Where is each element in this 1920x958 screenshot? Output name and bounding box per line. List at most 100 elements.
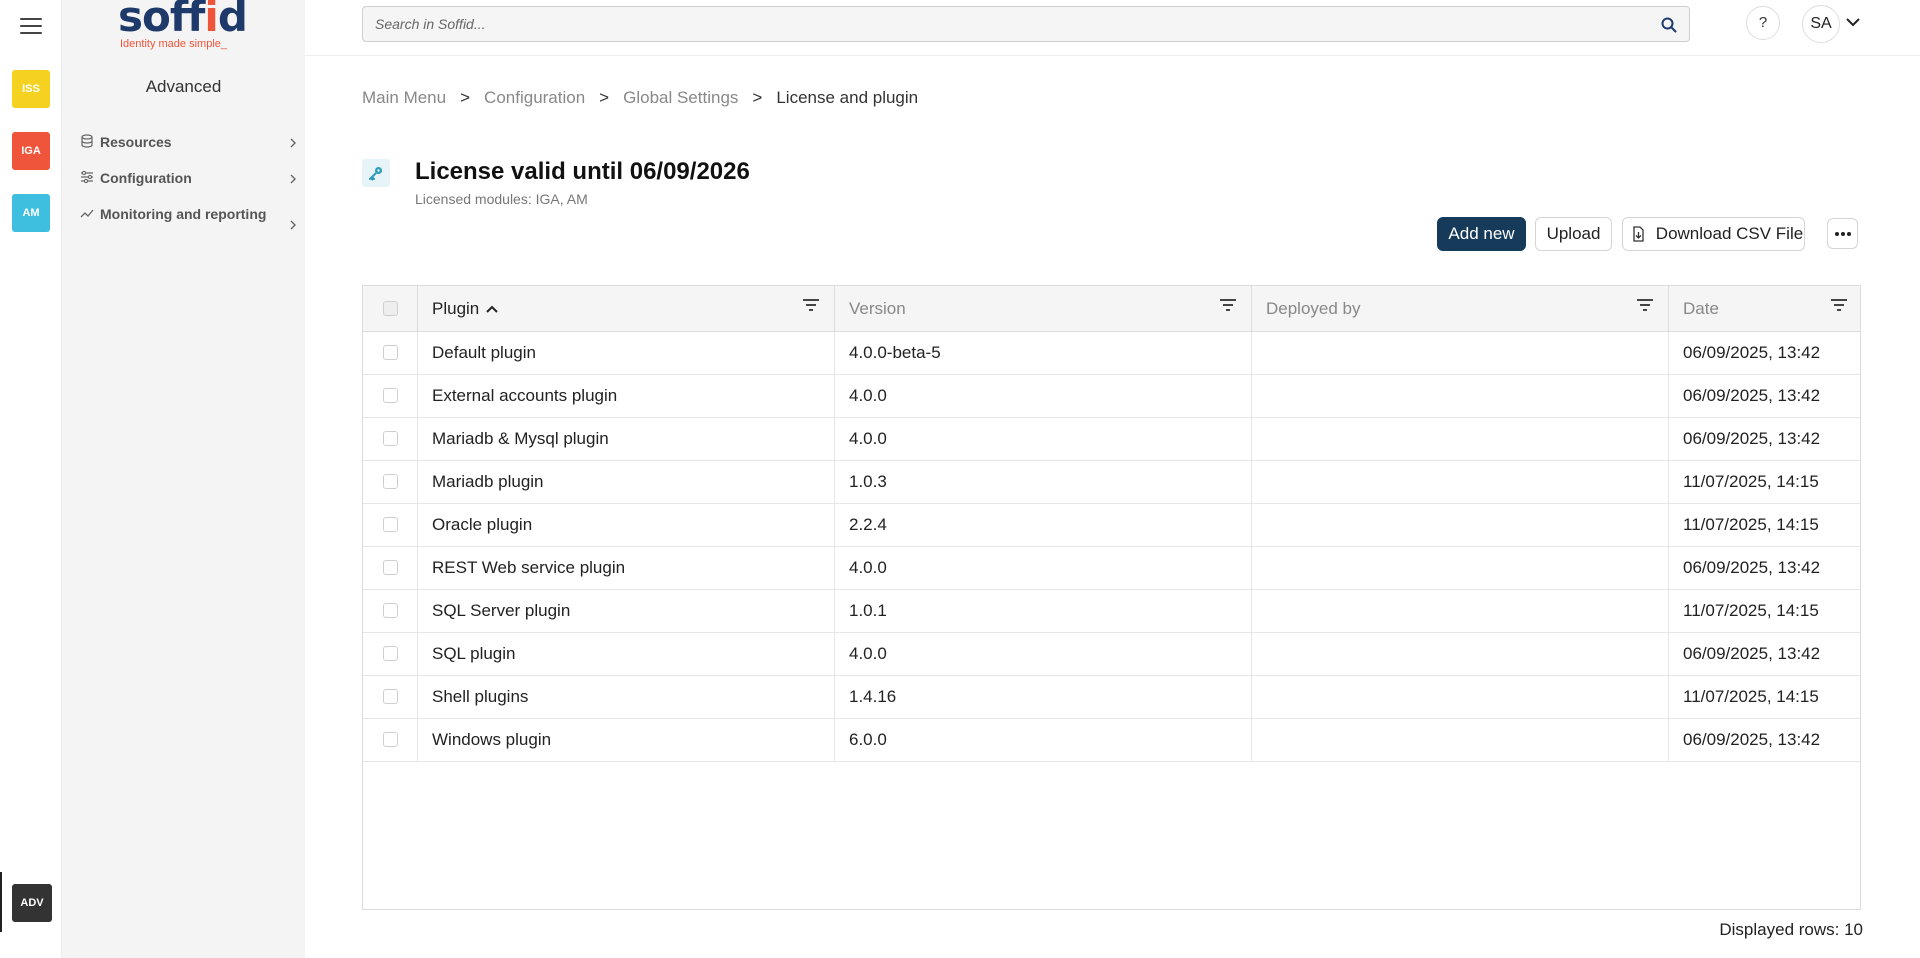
column-header-deployed-by[interactable]: Deployed by <box>1252 286 1669 331</box>
sidebar-item-resources[interactable]: Resources <box>80 132 298 153</box>
table-row[interactable]: SQL plugin 4.0.0 06/09/2025, 13:42 <box>363 633 1860 676</box>
row-checkbox-cell <box>363 504 418 546</box>
header-checkbox-cell <box>363 286 418 331</box>
app-rail: ISS IGA AM ADV <box>0 0 62 958</box>
soffid-logo[interactable]: soffid Identity made simple_ <box>118 0 258 54</box>
plugins-table: Plugin Version Deployed by Date Default … <box>362 285 1861 910</box>
breadcrumb-main-menu[interactable]: Main Menu <box>362 88 446 108</box>
row-checkbox[interactable] <box>382 603 398 618</box>
cell-plugin: Default plugin <box>418 332 835 374</box>
row-checkbox-cell <box>363 547 418 589</box>
cell-version: 6.0.0 <box>835 719 1252 761</box>
app-button-am[interactable]: AM <box>12 194 50 232</box>
select-all-checkbox[interactable] <box>382 301 398 316</box>
chart-line-icon <box>80 209 94 218</box>
cell-version: 4.0.0-beta-5 <box>835 332 1252 374</box>
more-actions-button[interactable] <box>1827 218 1858 249</box>
hamburger-menu-icon[interactable] <box>20 18 42 36</box>
app-button-iss[interactable]: ISS <box>12 70 50 108</box>
chevron-right-icon <box>290 138 296 148</box>
filter-icon[interactable] <box>802 298 820 312</box>
cell-plugin: External accounts plugin <box>418 375 835 417</box>
row-checkbox[interactable] <box>382 388 398 403</box>
add-new-button[interactable]: Add new <box>1437 217 1526 251</box>
filter-icon[interactable] <box>1830 298 1848 312</box>
column-header-label: Plugin <box>432 298 480 318</box>
cell-version: 1.4.16 <box>835 676 1252 718</box>
filter-icon[interactable] <box>1636 298 1654 312</box>
cell-plugin: Windows plugin <box>418 719 835 761</box>
top-bar: ? SA <box>305 0 1920 56</box>
cell-deployed-by <box>1252 633 1669 675</box>
app-button-adv[interactable]: ADV <box>12 884 52 922</box>
download-csv-button[interactable]: Download CSV File <box>1622 217 1805 251</box>
row-checkbox[interactable] <box>382 560 398 575</box>
cell-date: 11/07/2025, 14:15 <box>1683 687 1819 706</box>
active-app-indicator: ADV <box>0 872 62 932</box>
row-checkbox-cell <box>363 461 418 503</box>
cell-plugin: SQL plugin <box>418 633 835 675</box>
search-icon[interactable] <box>1661 17 1677 33</box>
row-checkbox[interactable] <box>382 646 398 661</box>
cell-date: 06/09/2025, 13:42 <box>1683 558 1821 577</box>
row-checkbox-cell <box>363 418 418 460</box>
cell-version: 1.0.1 <box>835 590 1252 632</box>
column-header-version[interactable]: Version <box>835 286 1252 331</box>
row-checkbox[interactable] <box>382 474 398 489</box>
user-avatar[interactable]: SA <box>1802 5 1840 43</box>
cell-version: 4.0.0 <box>835 547 1252 589</box>
help-button[interactable]: ? <box>1746 6 1780 40</box>
sidebar-item-monitoring[interactable]: Monitoring and reporting <box>80 204 298 230</box>
cell-date: 06/09/2025, 13:42 <box>1683 644 1821 663</box>
breadcrumb-global-settings[interactable]: Global Settings <box>623 88 738 108</box>
table-row[interactable]: External accounts plugin 4.0.0 06/09/202… <box>363 375 1860 418</box>
breadcrumb-configuration[interactable]: Configuration <box>484 88 585 108</box>
sidebar-item-label: Monitoring and reporting <box>100 206 267 222</box>
row-checkbox-cell <box>363 590 418 632</box>
table-row[interactable]: Mariadb plugin 1.0.3 11/07/2025, 14:15 <box>363 461 1860 504</box>
cell-deployed-by <box>1252 590 1669 632</box>
database-icon <box>81 134 93 148</box>
page-subtitle: Licensed modules: IGA, AM <box>415 191 588 207</box>
cell-plugin: REST Web service plugin <box>418 547 835 589</box>
cell-version: 1.0.3 <box>835 461 1252 503</box>
displayed-rows-count: Displayed rows: 10 <box>1719 920 1863 939</box>
column-header-date[interactable]: Date <box>1669 286 1862 331</box>
cell-date: 11/07/2025, 14:15 <box>1683 515 1819 534</box>
table-row[interactable]: REST Web service plugin 4.0.0 06/09/2025… <box>363 547 1860 590</box>
column-header-plugin[interactable]: Plugin <box>418 286 835 331</box>
sidebar-item-label: Configuration <box>100 170 192 186</box>
cell-version: 4.0.0 <box>835 375 1252 417</box>
sidebar-item-configuration[interactable]: Configuration <box>80 168 298 189</box>
table-row[interactable]: Windows plugin 6.0.0 06/09/2025, 13:42 <box>363 719 1860 762</box>
cell-date: 06/09/2025, 13:42 <box>1683 343 1821 362</box>
chevron-down-icon[interactable] <box>1846 17 1860 27</box>
row-checkbox[interactable] <box>382 732 398 747</box>
sort-ascending-icon <box>486 305 498 313</box>
cell-version: 4.0.0 <box>835 418 1252 460</box>
app-button-iga[interactable]: IGA <box>12 132 50 170</box>
cell-date: 06/09/2025, 13:42 <box>1683 429 1821 448</box>
search-input[interactable] <box>363 7 1689 41</box>
row-checkbox[interactable] <box>382 431 398 446</box>
cell-deployed-by <box>1252 332 1669 374</box>
cell-deployed-by <box>1252 461 1669 503</box>
upload-button[interactable]: Upload <box>1535 217 1612 251</box>
more-horizontal-icon <box>1834 231 1851 236</box>
cell-deployed-by <box>1252 547 1669 589</box>
key-icon <box>362 159 390 187</box>
table-row[interactable]: Oracle plugin 2.2.4 11/07/2025, 14:15 <box>363 504 1860 547</box>
breadcrumb-separator: > <box>599 88 610 107</box>
cell-deployed-by <box>1252 504 1669 546</box>
row-checkbox[interactable] <box>382 689 398 704</box>
breadcrumb-current: License and plugin <box>776 88 919 107</box>
row-checkbox[interactable] <box>382 345 398 360</box>
row-checkbox-cell <box>363 633 418 675</box>
filter-icon[interactable] <box>1219 298 1237 312</box>
table-row[interactable]: Mariadb & Mysql plugin 4.0.0 06/09/2025,… <box>363 418 1860 461</box>
cell-plugin: Oracle plugin <box>418 504 835 546</box>
table-row[interactable]: Shell plugins 1.4.16 11/07/2025, 14:15 <box>363 676 1860 719</box>
row-checkbox[interactable] <box>382 517 398 532</box>
table-row[interactable]: SQL Server plugin 1.0.1 11/07/2025, 14:1… <box>363 590 1860 633</box>
table-row[interactable]: Default plugin 4.0.0-beta-5 06/09/2025, … <box>363 332 1860 375</box>
